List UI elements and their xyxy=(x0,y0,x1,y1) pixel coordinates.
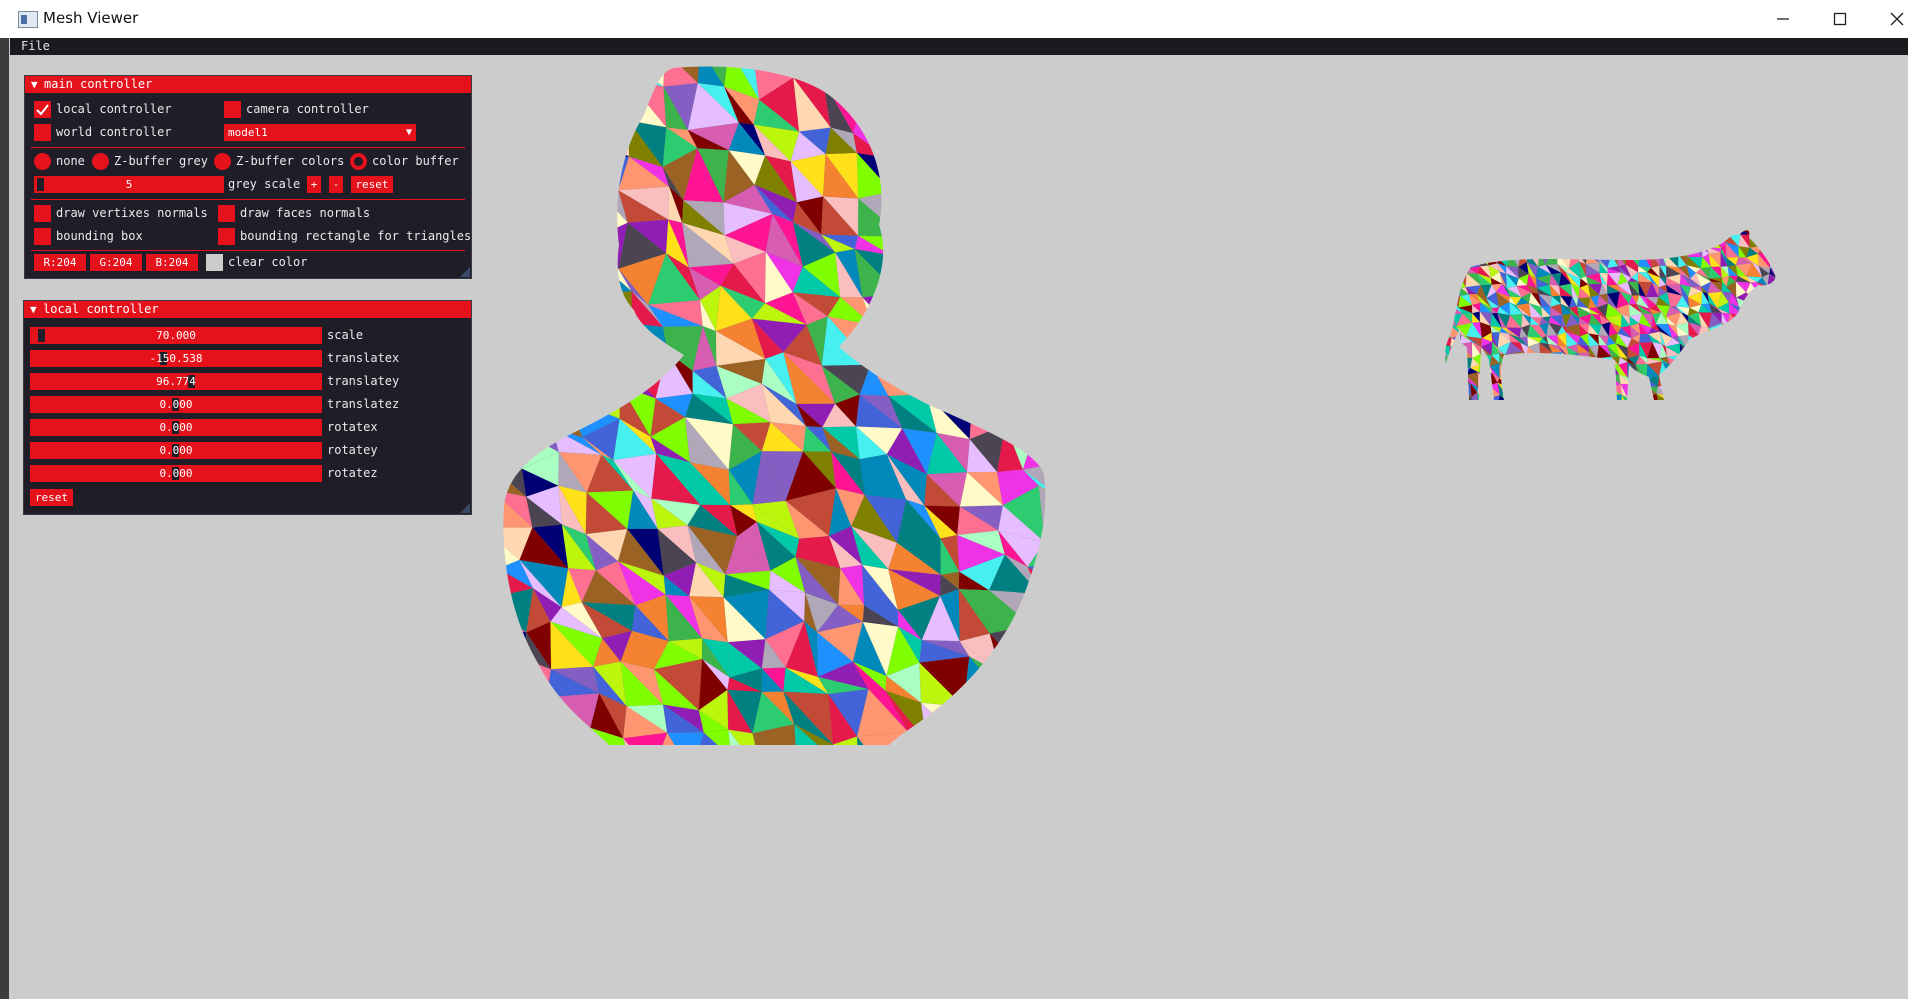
clear-color-b-field[interactable]: B:204 xyxy=(146,254,198,271)
collapse-arrow-icon: ▼ xyxy=(30,303,37,316)
grey-scale-slider[interactable]: 5 xyxy=(34,176,224,193)
menu-file[interactable]: File xyxy=(21,39,50,53)
rotatex-slider[interactable]: 0.000 xyxy=(30,419,322,436)
local-controller-header[interactable]: ▼ local controller xyxy=(24,301,471,318)
radio-color-buffer-label: color buffer xyxy=(372,154,459,168)
clear-color-r-field[interactable]: R:204 xyxy=(34,254,86,271)
local-controller-checkbox[interactable] xyxy=(34,101,51,118)
rotatex-value: 0.000 xyxy=(159,421,193,434)
menu-bar: File xyxy=(10,38,1908,55)
minimize-button[interactable] xyxy=(1754,0,1812,38)
scale-slider[interactable]: 70.000 xyxy=(30,327,322,344)
local-controller-label: local controller xyxy=(56,102,172,116)
model-select[interactable]: model1 ▼ xyxy=(224,124,416,141)
scale-label: scale xyxy=(327,328,364,342)
radio-color-buffer[interactable] xyxy=(350,153,367,170)
grey-scale-reset-button[interactable]: reset xyxy=(351,176,393,193)
resize-grip-icon[interactable] xyxy=(460,267,470,277)
minimize-icon xyxy=(1777,18,1789,20)
main-controller-header[interactable]: ▼ main controller xyxy=(25,76,471,93)
maximize-button[interactable] xyxy=(1811,0,1869,38)
separator xyxy=(31,250,465,251)
dropdown-arrow-icon: ▼ xyxy=(405,127,412,138)
window-titlebar: Mesh Viewer xyxy=(0,0,1908,39)
radio-zbuffer-colors-label: Z-buffer colors xyxy=(236,154,345,168)
app-icon xyxy=(18,11,38,28)
main-controller-panel: ▼ main controller local controller camer… xyxy=(24,75,472,279)
translatez-label: translatez xyxy=(327,397,400,411)
checkmark-icon xyxy=(36,104,49,116)
draw-face-normals-label: draw faces normals xyxy=(240,206,371,220)
grey-scale-label: grey scale xyxy=(228,177,301,191)
clear-color-swatch[interactable] xyxy=(206,254,223,271)
bounding-rect-checkbox[interactable] xyxy=(218,228,235,245)
translatez-value: 0.000 xyxy=(159,398,193,411)
grey-scale-value: 5 xyxy=(125,178,133,191)
rotatez-slider[interactable]: 0.000 xyxy=(30,465,322,482)
scale-value: 70.000 xyxy=(156,329,196,342)
collapse-arrow-icon: ▼ xyxy=(31,78,38,91)
bounding-box-label: bounding box xyxy=(56,229,143,243)
main-controller-title: main controller xyxy=(44,77,153,91)
translatez-slider[interactable]: 0.000 xyxy=(30,396,322,413)
clear-color-label: clear color xyxy=(228,255,308,269)
draw-vertex-normals-label: draw vertixes normals xyxy=(56,206,208,220)
rotatez-value: 0.000 xyxy=(159,467,193,480)
world-controller-checkbox[interactable] xyxy=(34,124,51,141)
close-button[interactable] xyxy=(1868,0,1908,38)
radio-zbuffer-grey-label: Z-buffer grey xyxy=(114,154,208,168)
bounding-rect-label: bounding rectangle for triangles xyxy=(240,229,472,243)
draw-vertex-normals-checkbox[interactable] xyxy=(34,205,51,222)
local-controller-title: local controller xyxy=(43,302,159,316)
rotatex-label: rotatex xyxy=(327,420,378,434)
radio-none[interactable] xyxy=(34,153,51,170)
radio-zbuffer-colors[interactable] xyxy=(214,153,231,170)
translatex-label: translatex xyxy=(327,351,400,365)
radio-none-label: none xyxy=(56,154,85,168)
translatex-slider[interactable]: -150.538 xyxy=(30,350,322,367)
rotatey-slider[interactable]: 0.000 xyxy=(30,442,322,459)
draw-face-normals-checkbox[interactable] xyxy=(218,205,235,222)
translatex-value: -150.538 xyxy=(149,352,203,365)
rotatez-label: rotatez xyxy=(327,466,378,480)
bust-mesh xyxy=(503,66,1046,745)
grey-scale-minus-button[interactable]: - xyxy=(329,176,343,193)
grey-scale-plus-button[interactable]: + xyxy=(307,176,321,193)
translatey-slider[interactable]: 96.774 xyxy=(30,373,322,390)
close-icon xyxy=(1890,12,1904,26)
window-title: Mesh Viewer xyxy=(43,9,139,27)
rotatey-label: rotatey xyxy=(327,443,378,457)
translatey-label: translatey xyxy=(327,374,400,388)
model-select-value: model1 xyxy=(228,126,268,139)
camera-controller-label: camera controller xyxy=(246,102,369,116)
separator xyxy=(31,147,465,148)
resize-grip-icon[interactable] xyxy=(460,503,470,513)
bounding-box-checkbox[interactable] xyxy=(34,228,51,245)
separator xyxy=(31,199,465,200)
cow-mesh xyxy=(1445,230,1776,400)
local-controller-panel: ▼ local controller 70.000 scale -150.538… xyxy=(23,300,472,515)
translatey-value: 96.774 xyxy=(156,375,196,388)
clear-color-g-field[interactable]: G:204 xyxy=(90,254,142,271)
camera-controller-checkbox[interactable] xyxy=(224,101,241,118)
rotatey-value: 0.000 xyxy=(159,444,193,457)
maximize-icon xyxy=(1833,12,1847,26)
local-reset-button[interactable]: reset xyxy=(30,489,73,506)
radio-zbuffer-grey[interactable] xyxy=(92,153,109,170)
world-controller-label: world controller xyxy=(56,125,172,139)
window-left-edge xyxy=(0,38,9,999)
